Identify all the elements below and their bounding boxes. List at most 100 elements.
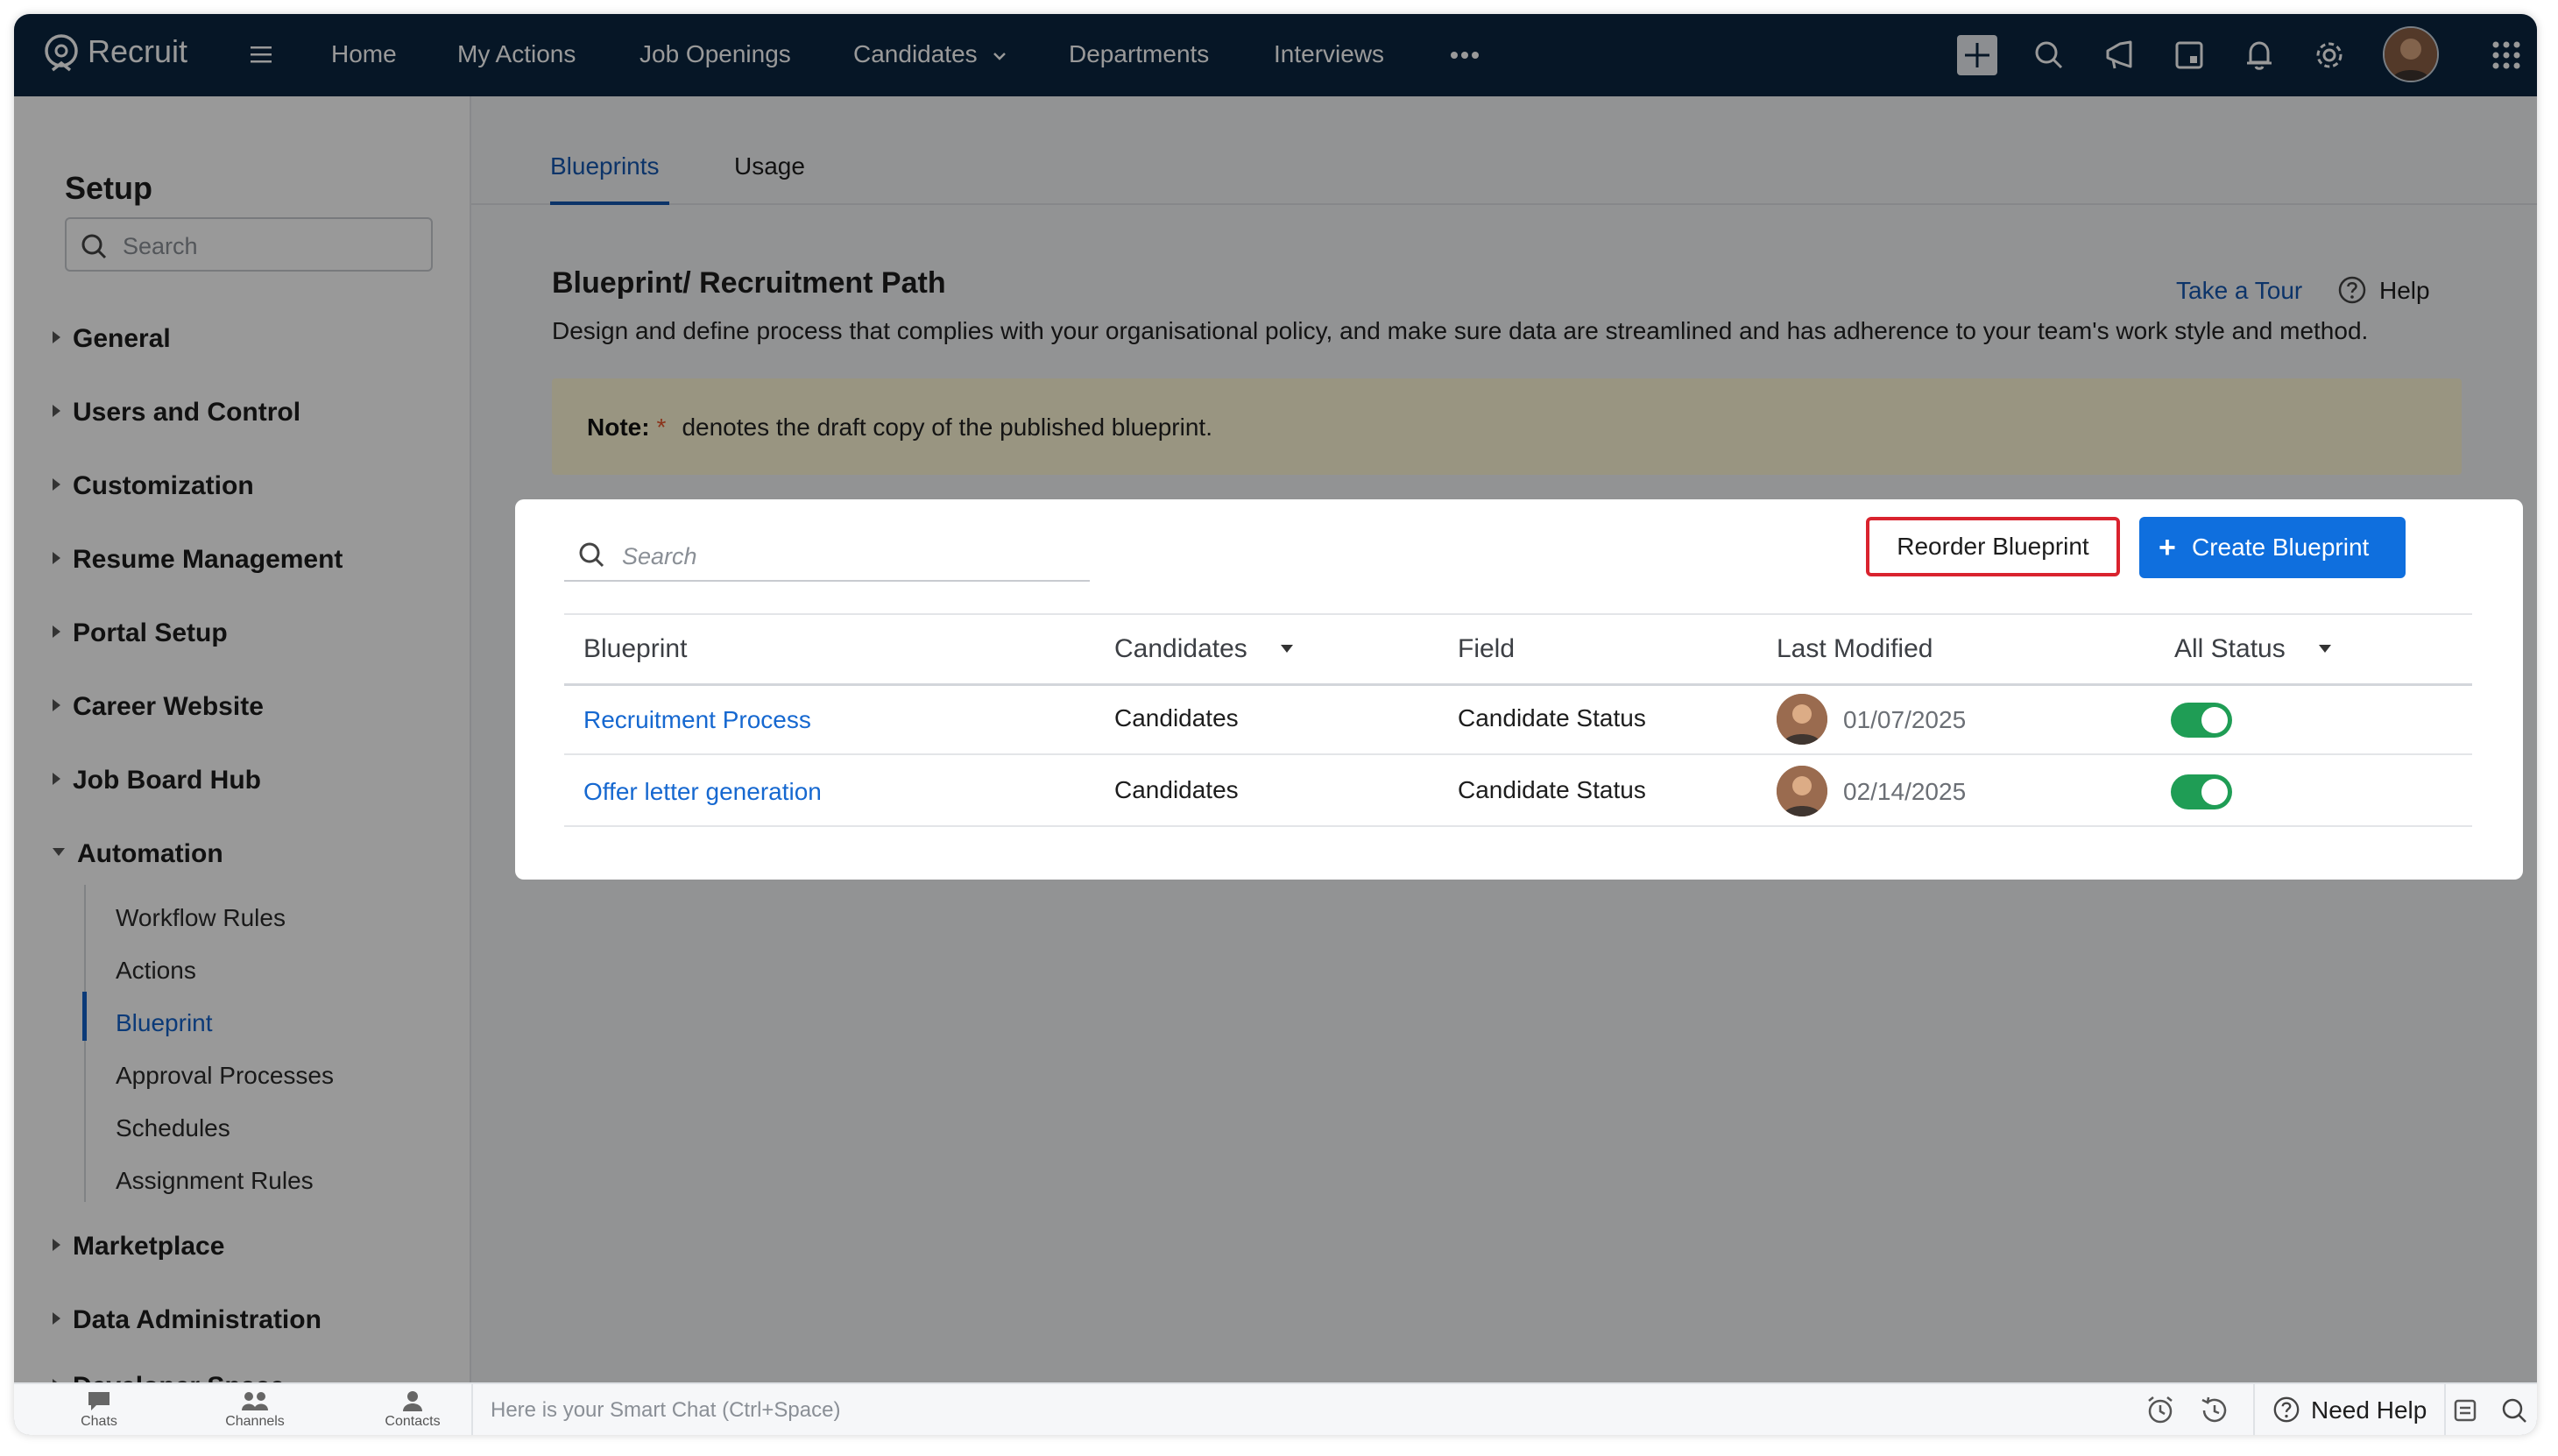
tab-blueprints[interactable]: Blueprints xyxy=(550,152,660,180)
caret-right-icon xyxy=(53,405,60,418)
table-divider xyxy=(564,613,2472,615)
sidebar-item-actions[interactable]: Actions xyxy=(116,957,196,985)
row-divider xyxy=(564,753,2472,755)
page-title: Blueprint/ Recruitment Path xyxy=(552,266,946,300)
sidebar-section-portal-setup[interactable]: Portal Setup xyxy=(53,618,228,648)
blueprint-search-placeholder: Search xyxy=(622,543,697,569)
more-icon[interactable] xyxy=(1447,49,1482,61)
modified-by-avatar-image xyxy=(1777,766,1827,816)
contacts-icon xyxy=(403,1391,422,1411)
sidebar-search-input[interactable]: Search xyxy=(65,217,433,272)
sidebar-item-schedules[interactable]: Schedules xyxy=(116,1114,230,1142)
caret-right-icon xyxy=(53,699,60,712)
sidebar-section-general[interactable]: General xyxy=(53,324,171,354)
reorder-blueprint-button[interactable]: Reorder Blueprint xyxy=(1866,517,2120,576)
note-label: Note: xyxy=(587,413,650,441)
nav-candidates[interactable]: Candidates xyxy=(853,40,1008,68)
alarm-clock-icon[interactable] xyxy=(2143,1393,2178,1428)
bell-icon[interactable] xyxy=(2237,33,2281,77)
status-toggle[interactable] xyxy=(2171,703,2232,738)
search-icon xyxy=(81,234,107,259)
sidebar-item-workflow-rules[interactable]: Workflow Rules xyxy=(116,904,286,932)
help-link[interactable]: Help xyxy=(2337,276,2430,307)
chat-bubble-icon xyxy=(88,1392,110,1410)
sidebar-section-job-board-hub[interactable]: Job Board Hub xyxy=(53,766,261,795)
channels-button[interactable]: Channels xyxy=(207,1389,303,1430)
column-header-field: Field xyxy=(1458,634,1516,663)
modified-by-avatar xyxy=(1777,766,1827,816)
blueprint-field: Candidate Status xyxy=(1458,776,1646,803)
top-navigation-bar: Recruit Home My Actions Job Openings Can… xyxy=(14,14,2537,96)
nav-departments[interactable]: Departments xyxy=(1069,40,1209,68)
apps-grid-icon[interactable] xyxy=(2484,33,2528,77)
notes-icon[interactable] xyxy=(2448,1393,2483,1428)
calendar-icon[interactable] xyxy=(2167,33,2211,77)
status-filter-label: All Status xyxy=(2174,634,2286,663)
app-window: Recruit Home My Actions Job Openings Can… xyxy=(14,14,2537,1435)
sidebar-item-assignment-rules[interactable]: Assignment Rules xyxy=(116,1167,314,1195)
note-message: denotes the draft copy of the published … xyxy=(682,413,1212,441)
sidebar-section-career-website[interactable]: Career Website xyxy=(53,692,264,722)
nav-my-actions[interactable]: My Actions xyxy=(457,40,576,68)
note-banner: Note: * denotes the draft copy of the publ… xyxy=(552,378,2462,475)
modified-by-avatar xyxy=(1777,694,1827,745)
help-icon xyxy=(2273,1396,2300,1422)
sidebar-item-blueprint[interactable]: Blueprint xyxy=(116,1009,213,1037)
last-modified-date: 02/14/2025 xyxy=(1843,778,1967,805)
history-icon[interactable] xyxy=(2197,1393,2232,1428)
megaphone-icon[interactable] xyxy=(2097,33,2141,77)
user-avatar[interactable] xyxy=(2383,26,2439,82)
menu-icon[interactable] xyxy=(249,40,275,70)
row-divider xyxy=(564,825,2472,827)
blueprint-search-input[interactable]: Search xyxy=(564,527,1090,582)
blueprint-module: Candidates xyxy=(1114,704,1239,732)
dropdown-caret-icon xyxy=(2318,644,2331,653)
user-avatar-image xyxy=(2385,28,2437,81)
blueprint-name-link[interactable]: Offer letter generation xyxy=(583,778,822,806)
channels-label: Channels xyxy=(225,1414,285,1429)
sidebar-section-users-and-control[interactable]: Users and Control xyxy=(53,398,300,428)
sidebar-section-automation[interactable]: Automation xyxy=(53,839,223,869)
status-filter-dropdown[interactable]: All Status xyxy=(2174,634,2331,664)
search-icon[interactable] xyxy=(2027,33,2071,77)
add-icon[interactable] xyxy=(1955,33,1999,77)
sidebar-item-approval-processes[interactable]: Approval Processes xyxy=(116,1062,334,1090)
caret-right-icon xyxy=(53,1312,60,1325)
smart-chat-input[interactable]: Here is your Smart Chat (Ctrl+Space) xyxy=(471,1384,2136,1435)
chats-button[interactable]: Chats xyxy=(51,1389,147,1430)
contacts-button[interactable]: Contacts xyxy=(364,1389,461,1430)
sidebar-section-label: Career Website xyxy=(73,692,264,721)
gear-icon[interactable] xyxy=(2307,33,2351,77)
nav-home[interactable]: Home xyxy=(331,40,397,68)
sidebar-section-marketplace[interactable]: Marketplace xyxy=(53,1232,224,1262)
column-header-blueprint: Blueprint xyxy=(583,634,688,663)
column-header-candidates[interactable]: Candidates xyxy=(1114,634,1293,664)
active-tab-underline xyxy=(550,201,669,205)
modified-by-avatar-image xyxy=(1777,694,1827,745)
blueprint-field: Candidate Status xyxy=(1458,704,1646,732)
nav-interviews[interactable]: Interviews xyxy=(1274,40,1384,68)
sidebar-section-customization[interactable]: Customization xyxy=(53,471,254,501)
need-help-button[interactable]: Need Help xyxy=(2253,1384,2447,1435)
caret-right-icon xyxy=(53,552,60,565)
blueprint-module: Candidates xyxy=(1114,776,1239,803)
sidebar-section-label: Job Board Hub xyxy=(73,766,261,795)
search-icon[interactable] xyxy=(2497,1393,2532,1428)
take-a-tour-link[interactable]: Take a Tour xyxy=(2176,277,2302,305)
last-modified-date: 01/07/2025 xyxy=(1843,706,1967,733)
search-icon xyxy=(579,542,604,568)
sidebar-section-label: General xyxy=(73,324,171,353)
sidebar-section-resume-management[interactable]: Resume Management xyxy=(53,545,343,575)
blueprint-table-card: Search Reorder Blueprint + Create Bluepri… xyxy=(515,499,2523,880)
create-blueprint-button[interactable]: + Create Blueprint xyxy=(2139,517,2406,578)
recruit-logo-icon[interactable] xyxy=(39,32,84,79)
blueprint-name-link[interactable]: Recruitment Process xyxy=(583,706,811,734)
tab-usage[interactable]: Usage xyxy=(734,152,805,180)
sidebar-section-data-administration[interactable]: Data Administration xyxy=(53,1305,322,1335)
caret-right-icon xyxy=(53,1239,60,1252)
caret-right-icon xyxy=(53,478,60,491)
smart-chat-placeholder: Here is your Smart Chat (Ctrl+Space) xyxy=(491,1398,841,1422)
status-toggle[interactable] xyxy=(2171,774,2232,809)
nav-job-openings[interactable]: Job Openings xyxy=(640,40,791,68)
caret-down-icon xyxy=(53,847,65,856)
